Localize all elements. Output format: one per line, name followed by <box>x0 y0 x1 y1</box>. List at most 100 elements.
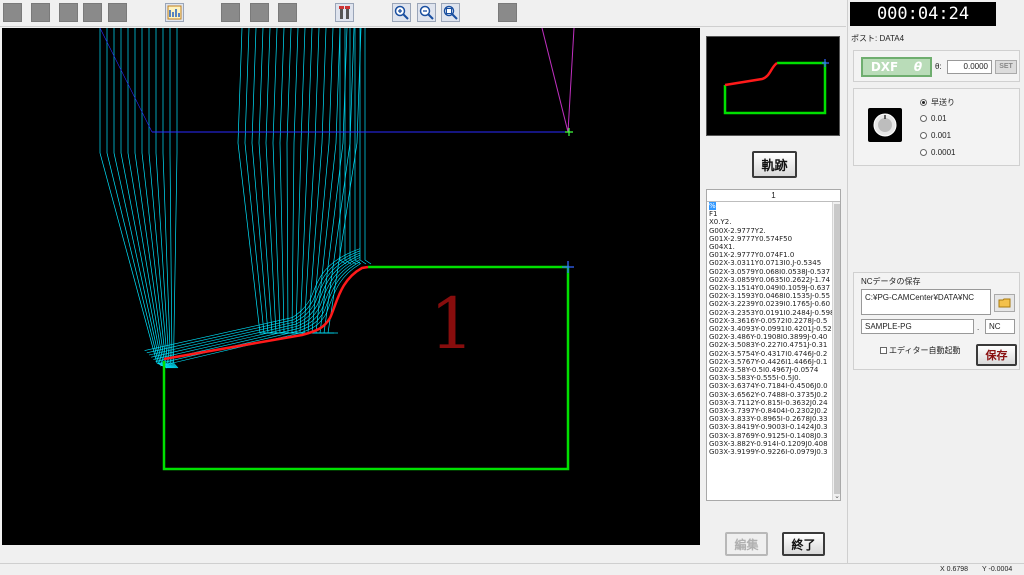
radio-icon[interactable] <box>920 115 927 122</box>
nc-line[interactable]: G00X-2.9777Y2. <box>709 227 833 235</box>
rapid-move-line <box>99 28 153 133</box>
toolbar-button[interactable] <box>498 3 517 22</box>
nc-line[interactable]: G02X-3.1593Y0.0468I0.1535J-0.55 <box>709 292 833 300</box>
zoom-fit-icon[interactable] <box>441 3 460 22</box>
toolbar-button[interactable] <box>221 3 240 22</box>
nc-line[interactable]: G03X-3.6562Y-0.7488I-0.3735J0.2 <box>709 391 833 399</box>
toolpath-pass <box>173 28 179 369</box>
view-icon[interactable] <box>165 3 184 22</box>
zoom-in-icon[interactable] <box>392 3 411 22</box>
overview-thumbnail[interactable] <box>706 36 840 136</box>
workpiece-contour <box>162 265 570 471</box>
toolbar-button[interactable] <box>83 3 102 22</box>
nc-line[interactable]: G02X-3.486Y-0.1908I0.3899J-0.40 <box>709 333 833 341</box>
nc-line[interactable]: G02X-3.0311Y0.0713I0.J-0.5345 <box>709 259 833 267</box>
radio-icon[interactable] <box>920 132 927 139</box>
nc-line[interactable]: % <box>709 202 716 211</box>
file-ext-input[interactable]: NC <box>985 319 1015 334</box>
nc-lines: % F1 X0.Y2. G00X-2.9777Y2. G01X-2.9777Y0.574… <box>709 202 833 500</box>
edit-button[interactable]: 編集 <box>725 532 768 556</box>
toolbar-button[interactable] <box>278 3 297 22</box>
dxf-label: DXF <box>870 60 899 74</box>
nc-line[interactable]: G02X-3.5754Y-0.4317I0.4746J-0.2 <box>709 350 833 358</box>
nc-line[interactable]: G03X-3.833Y-0.8965I-0.2678J0.33 <box>709 415 833 423</box>
toolbar-button[interactable] <box>3 3 22 22</box>
jog-option-0001[interactable]: 0.001 <box>920 131 951 140</box>
coord-x: X 0.6798 <box>940 566 969 573</box>
toolpath-pass <box>99 28 168 369</box>
nc-line[interactable]: G02X-3.3616Y-0.0572I0.2278J-0.5 <box>709 317 833 325</box>
set-button[interactable]: SET <box>995 60 1017 74</box>
radio-icon[interactable] <box>920 149 927 156</box>
auto-open-label: エディター自動起動 <box>889 346 961 355</box>
checkbox-icon[interactable] <box>880 347 887 354</box>
toolpath-canvas[interactable]: 1 <box>2 28 700 545</box>
thumb-contour <box>723 61 827 115</box>
jog-option-00001[interactable]: 0.0001 <box>920 148 955 157</box>
dxf-button[interactable]: DXF θ <box>861 57 932 77</box>
nc-line[interactable]: G03X-3.7112Y-0.815I-0.3632J0.24 <box>709 399 833 407</box>
nc-line[interactable]: G02X-3.0579Y0.068I0.0538J-0.537 <box>709 268 833 276</box>
theta-input[interactable]: 0.0000 <box>947 60 992 74</box>
nc-line[interactable]: G03X-3.8419Y-0.9003I-0.1424J0.3 <box>709 423 833 431</box>
jog-option-label: 0.01 <box>931 114 947 123</box>
jog-option-001[interactable]: 0.01 <box>920 114 947 123</box>
nc-line[interactable]: G03X-3.6374Y-0.7184I-0.4506J0.0 <box>709 382 833 390</box>
nc-line[interactable]: G03X-3.882Y-0.914I-0.1209J0.408 <box>709 440 833 448</box>
origin-marker <box>562 261 574 273</box>
trace-button[interactable]: 軌跡 <box>752 151 797 178</box>
nc-line[interactable]: G02X-3.1514Y0.049I0.1059J-0.637 <box>709 284 833 292</box>
nc-line[interactable]: G02X-3.2239Y0.0239I0.1765J-0.60 <box>709 300 833 308</box>
jog-dial-icon[interactable] <box>868 108 902 142</box>
nc-line[interactable]: G03X-3.9199Y-0.9226I-0.0979J0.3 <box>709 448 833 456</box>
nc-scrollbar[interactable]: ⌄ <box>832 202 840 500</box>
toolpath-pass <box>295 28 306 334</box>
toolpath-pass <box>327 28 362 334</box>
folder-icon[interactable] <box>994 294 1015 312</box>
toolbar-button[interactable] <box>250 3 269 22</box>
toolpath-pass <box>299 28 313 334</box>
elapsed-timer: 000:04:24 <box>850 2 996 26</box>
end-button[interactable]: 終了 <box>782 532 825 556</box>
status-bar: X 0.6798 Y -0.0004 <box>0 563 1024 575</box>
toolbar-button[interactable] <box>31 3 50 22</box>
nc-line[interactable]: G01X-2.9777Y0.074F1.0 <box>709 251 833 259</box>
nc-line[interactable]: G01X-2.9777Y0.574F50 <box>709 235 833 243</box>
toolpath-drawing: 1 <box>99 28 575 471</box>
thumb-cut <box>724 61 778 87</box>
nc-line[interactable]: G04X1. <box>709 243 833 251</box>
nc-line[interactable]: X0.Y2. <box>709 218 833 226</box>
nc-line[interactable]: G03X-3.7397Y-0.8404I-0.2302J0.2 <box>709 407 833 415</box>
nc-line[interactable]: G02X-3.5083Y-0.227I0.4751J-0.31 <box>709 341 833 349</box>
nc-line[interactable]: G03X-3.583Y-0.555I-0.5J0. <box>709 374 833 382</box>
toolbar-button[interactable] <box>59 3 78 22</box>
toolpath-pass <box>155 28 176 369</box>
nc-line[interactable]: G03X-3.8769Y-0.9125I-0.1408J0.3 <box>709 432 833 440</box>
coord-y: Y -0.0004 <box>982 566 1013 573</box>
nc-line[interactable]: G02X-3.4093Y-0.0991I0.4201J-0.52 <box>709 325 833 333</box>
jog-option-rapid[interactable]: 早送り <box>920 97 955 108</box>
auto-open-checkbox[interactable]: エディター自動起動 <box>880 345 960 356</box>
nc-line[interactable]: G02X-3.2353Y0.0191I0.2484J-0.598 <box>709 309 833 317</box>
nc-code-list[interactable]: 1 % F1 X0.Y2. G00X-2.9777Y2. G01X-2.9777Y0.5… <box>706 189 841 501</box>
part-label: 1 <box>430 283 475 365</box>
save-path-input[interactable]: C:¥PG-CAMCenter¥DATA¥NC <box>861 289 991 315</box>
nc-line[interactable]: G02X-3.5767Y-0.4426I1.4466J-0.1 <box>709 358 833 366</box>
jog-option-label: 0.0001 <box>931 148 956 157</box>
radio-icon[interactable] <box>920 99 927 106</box>
nc-line[interactable]: F1 <box>709 210 833 218</box>
save-button[interactable]: 保存 <box>976 344 1017 366</box>
scroll-down-icon[interactable]: ⌄ <box>833 492 840 500</box>
toolpath-pass <box>141 28 174 369</box>
jog-option-label: 0.001 <box>931 131 952 140</box>
dxf-group: DXF θ θ: 0.0000 SET <box>853 50 1020 82</box>
nc-line[interactable]: G02X-3.0859Y0.0635I0.2622J-1.74 <box>709 276 833 284</box>
nc-line[interactable]: G02X-3.58Y-0.5I0.4967J-0.0574 <box>709 366 833 374</box>
toolbar-button[interactable] <box>108 3 127 22</box>
tool-icon[interactable] <box>335 3 354 22</box>
scroll-thumb[interactable] <box>834 204 840 494</box>
toolpath-pass <box>244 28 274 334</box>
nc-list-header: 1 <box>707 190 840 202</box>
file-name-input[interactable]: SAMPLE-PG <box>861 319 974 334</box>
zoom-out-icon[interactable] <box>417 3 436 22</box>
